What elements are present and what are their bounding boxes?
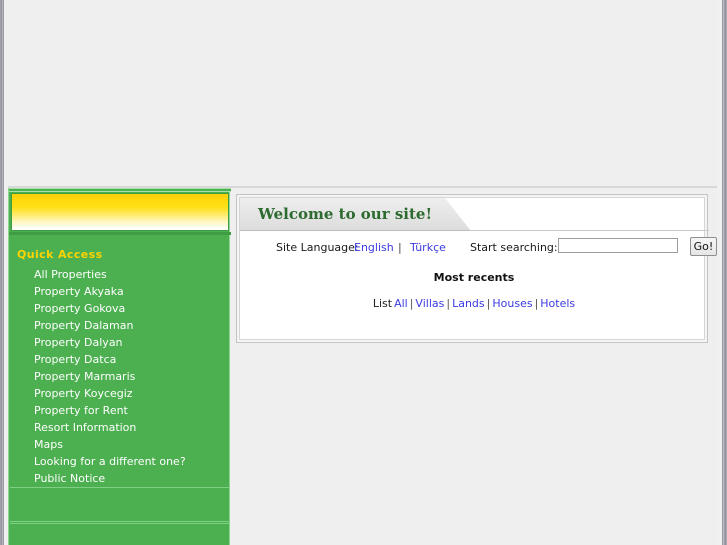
recents-link-lands[interactable]: Lands (452, 297, 485, 310)
sidebar-item-property-marmaris[interactable]: Property Marmaris (9, 368, 231, 385)
sidebar-item-resort-information[interactable]: Resort Information (9, 419, 231, 436)
recents-separator-1: | (409, 297, 414, 310)
window-frame-right-inner (716, 0, 723, 545)
sidebar-banner-separator (9, 232, 231, 235)
recents-separator-3: | (486, 297, 491, 310)
language-link-turkish[interactable]: Türkçe (410, 241, 446, 254)
sidebar: Quick Access All Properties Property Aky… (8, 188, 231, 545)
sidebar-item-property-dalaman[interactable]: Property Dalaman (9, 317, 231, 334)
welcome-panel-inner: Welcome to our site! Site Language: Engl… (239, 197, 717, 340)
recents-list-lead: List (372, 297, 393, 310)
sidebar-banner (11, 193, 229, 231)
sidebar-top-rule (9, 188, 231, 192)
sidebar-item-property-for-rent[interactable]: Property for Rent (9, 402, 231, 419)
sidebar-item-public-notice[interactable]: Public Notice (9, 470, 231, 487)
sidebar-item-maps[interactable]: Maps (9, 436, 231, 453)
recents-link-villas[interactable]: Villas (415, 297, 444, 310)
sidebar-item-property-akyaka[interactable]: Property Akyaka (9, 283, 231, 300)
search-label: Start searching: (470, 241, 558, 254)
banner-gradient-image (12, 194, 228, 230)
most-recents-heading: Most recents (433, 271, 515, 284)
sidebar-item-property-datca[interactable]: Property Datca (9, 351, 231, 368)
sidebar-footer-block-lower (10, 523, 230, 545)
window-frame-right (723, 0, 727, 545)
language-link-english[interactable]: English (354, 241, 394, 254)
recents-separator-2: | (446, 297, 451, 310)
page-title: Welcome to our site! (258, 205, 433, 223)
sidebar-item-property-gokova[interactable]: Property Gokova (9, 300, 231, 317)
sidebar-item-property-koycegiz[interactable]: Property Koycegiz (9, 385, 231, 402)
welcome-panel-tab-underline (471, 230, 709, 231)
language-and-search-row: Site Language: English | Türkçe Start se… (240, 237, 717, 260)
page-body: Quick Access All Properties Property Aky… (8, 188, 717, 545)
most-recents-links: List All | Villas | Lands | Houses | Hotels (240, 297, 708, 310)
language-separator: | (398, 241, 402, 254)
recents-link-hotels[interactable]: Hotels (540, 297, 575, 310)
sidebar-item-all-properties[interactable]: All Properties (9, 266, 231, 283)
recents-separator-4: | (534, 297, 539, 310)
site-language-label: Site Language: (276, 241, 359, 254)
sidebar-item-property-dalyan[interactable]: Property Dalyan (9, 334, 231, 351)
recents-link-houses[interactable]: Houses (492, 297, 532, 310)
sidebar-nav-list: All Properties Property Akyaka Property … (9, 266, 231, 487)
recents-link-all[interactable]: All (394, 297, 408, 310)
sidebar-footer-block-upper (10, 487, 230, 522)
search-go-button[interactable]: Go! (690, 237, 717, 256)
page-top-blank-area (8, 0, 717, 186)
sidebar-item-looking-different[interactable]: Looking for a different one? (9, 453, 231, 470)
welcome-panel: Welcome to our site! Site Language: Engl… (236, 194, 717, 343)
quick-access-heading: Quick Access (17, 248, 103, 261)
search-input[interactable] (558, 238, 678, 253)
browser-viewport: Quick Access All Properties Property Aky… (0, 0, 727, 545)
content-area: Welcome to our site! Site Language: Engl… (231, 188, 717, 545)
